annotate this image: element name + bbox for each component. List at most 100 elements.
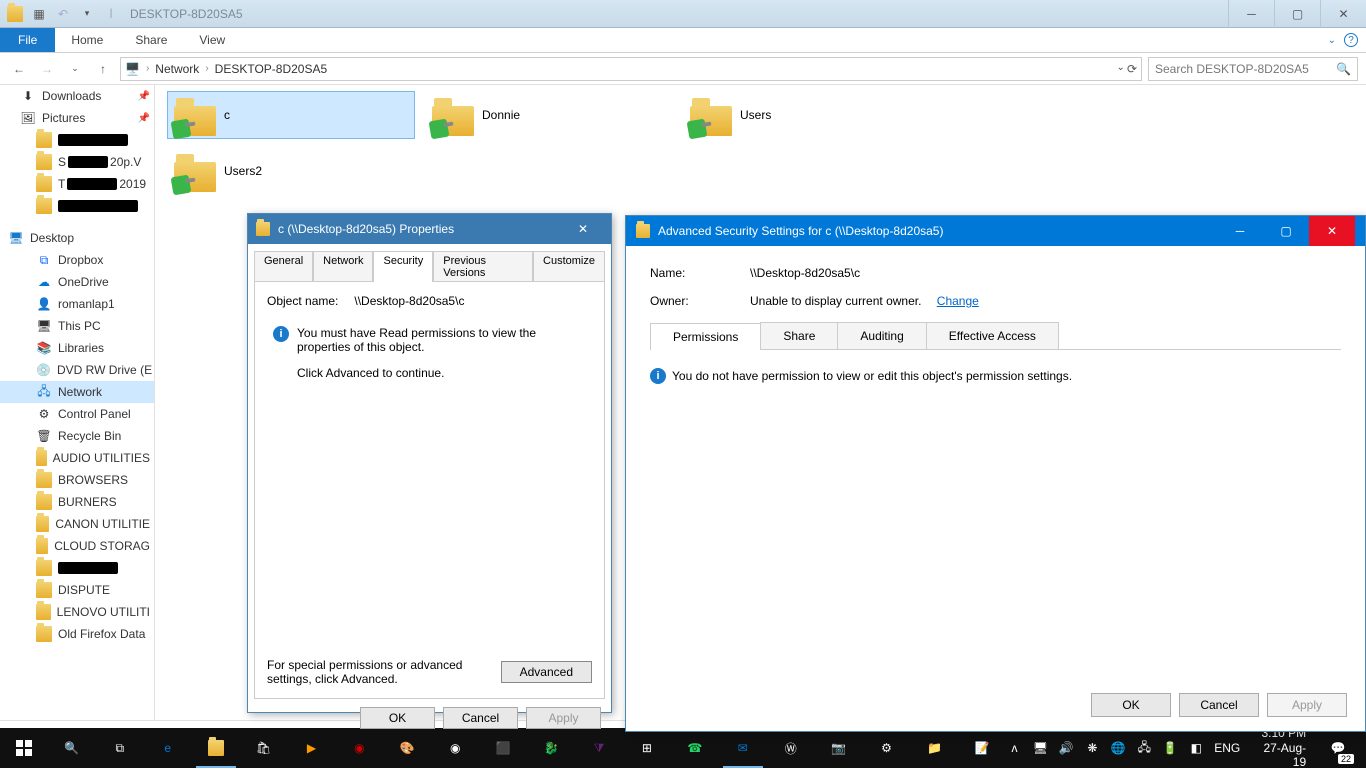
tree-user[interactable]: 👤romanlap1 (0, 293, 154, 315)
properties-close-button[interactable]: ✕ (563, 222, 603, 236)
task-view-button[interactable]: ⧉ (96, 728, 144, 768)
address-dropdown-icon[interactable]: ⌄ (1117, 62, 1125, 76)
tree-dropbox[interactable]: ⧉Dropbox (0, 249, 154, 271)
properties-cancel-button[interactable]: Cancel (443, 707, 518, 729)
share-tab[interactable]: Share (119, 28, 183, 52)
app-icon[interactable]: 📷 (815, 728, 863, 768)
adv-maximize-button[interactable]: ▢ (1263, 216, 1309, 246)
edge-icon[interactable]: e (144, 728, 192, 768)
tree-downloads[interactable]: ⬇Downloads📌 (0, 85, 154, 107)
search-button[interactable]: 🔍 (48, 728, 96, 768)
undo-qat-icon[interactable]: ↶ (52, 3, 74, 25)
address-bar[interactable]: 🖥️ › Network › DESKTOP-8D20SA5 ⌄ ⟳ (120, 57, 1142, 81)
recent-dropdown-icon[interactable]: ⌄ (64, 58, 86, 80)
help-icon[interactable]: ? (1344, 33, 1358, 47)
outlook-icon[interactable]: ✉ (719, 728, 767, 768)
volume-icon[interactable]: 🔊 (1058, 741, 1074, 755)
tree-folder[interactable]: CLOUD STORAG (0, 535, 154, 557)
settings-icon[interactable]: ⚙ (863, 728, 911, 768)
tree-libraries[interactable]: 📚Libraries (0, 337, 154, 359)
app-icon[interactable]: Ⓦ (767, 728, 815, 768)
tree-folder[interactable]: CANON UTILITIE (0, 513, 154, 535)
tree-redacted[interactable] (0, 129, 154, 151)
tree-redacted[interactable] (0, 195, 154, 217)
tree-control-panel[interactable]: ⚙Control Panel (0, 403, 154, 425)
tray-icon[interactable]: ◧ (1188, 741, 1204, 755)
back-button[interactable]: ← (8, 58, 30, 80)
tab-network[interactable]: Network (313, 251, 373, 282)
tray-overflow-icon[interactable]: ʌ (1006, 741, 1022, 755)
ribbon-expand-icon[interactable]: ⌄ (1328, 35, 1336, 46)
refresh-icon[interactable]: ⟳ (1127, 62, 1137, 76)
share-label: Users2 (224, 164, 262, 178)
tab-customize[interactable]: Customize (533, 251, 605, 282)
qat-dropdown-icon[interactable]: ▾ (76, 3, 98, 25)
tree-recycle[interactable]: 🗑Recycle Bin (0, 425, 154, 447)
app-icon[interactable]: ⊞ (623, 728, 671, 768)
tree-redacted[interactable]: T2019 (0, 173, 154, 195)
up-button[interactable]: ↑ (92, 58, 114, 80)
view-tab[interactable]: View (183, 28, 241, 52)
tree-folder[interactable]: BROWSERS (0, 469, 154, 491)
tab-general[interactable]: General (254, 251, 313, 282)
tree-redacted[interactable]: S20p.V (0, 151, 154, 173)
close-button[interactable]: ✕ (1320, 0, 1366, 28)
tab-auditing[interactable]: Auditing (837, 322, 926, 349)
tab-share[interactable]: Share (760, 322, 838, 349)
maximize-button[interactable]: ▢ (1274, 0, 1320, 28)
battery-icon[interactable]: 🔋 (1162, 741, 1178, 755)
language-indicator[interactable]: ENG (1214, 741, 1240, 755)
change-owner-link[interactable]: Change (937, 294, 979, 308)
adv-ok-button[interactable]: OK (1091, 693, 1171, 717)
tree-desktop[interactable]: 🖥Desktop (0, 227, 154, 249)
adv-cancel-button[interactable]: Cancel (1179, 693, 1259, 717)
adv-minimize-button[interactable]: ─ (1217, 216, 1263, 246)
share-item-donnie[interactable]: Donnie (425, 91, 673, 139)
forward-button[interactable]: → (36, 58, 58, 80)
share-item-c[interactable]: c (167, 91, 415, 139)
tree-folder[interactable]: DISPUTE (0, 579, 154, 601)
tree-dvd[interactable]: 💿DVD RW Drive (E (0, 359, 154, 381)
properties-ok-button[interactable]: OK (360, 707, 435, 729)
action-center-button[interactable]: 💬 22 (1316, 728, 1360, 768)
start-button[interactable] (0, 728, 48, 768)
home-tab[interactable]: Home (55, 28, 119, 52)
explorer-taskbar-icon[interactable] (192, 728, 240, 768)
adv-apply-button[interactable]: Apply (1267, 693, 1347, 717)
network-tray-icon[interactable]: 🌐 (1110, 741, 1126, 755)
whatsapp-icon[interactable]: ☎ (671, 728, 719, 768)
tree-onedrive[interactable]: ☁OneDrive (0, 271, 154, 293)
tray-icon[interactable]: 🖥 (1032, 741, 1048, 755)
properties-apply-button[interactable]: Apply (526, 707, 601, 729)
tree-network[interactable]: 🖧Network (0, 381, 154, 403)
share-item-users2[interactable]: Users2 (167, 147, 415, 195)
tab-previous-versions[interactable]: Previous Versions (433, 251, 533, 282)
breadcrumb-host[interactable]: DESKTOP-8D20SA5 (215, 62, 328, 76)
adv-close-button[interactable]: ✕ (1309, 216, 1355, 246)
tray-icon[interactable]: ❋ (1084, 741, 1100, 755)
file-tab[interactable]: File (0, 28, 55, 52)
properties-qat-icon[interactable]: ▦ (28, 3, 50, 25)
tree-pictures[interactable]: 🖼Pictures📌 (0, 107, 154, 129)
tray-icon[interactable]: 🖧 (1136, 738, 1152, 759)
minimize-button[interactable]: ─ (1228, 0, 1274, 28)
breadcrumb-network[interactable]: Network (155, 62, 199, 76)
tree-thispc[interactable]: 🖥This PC (0, 315, 154, 337)
tab-effective-access[interactable]: Effective Access (926, 322, 1059, 349)
tree-folder[interactable]: Old Firefox Data (0, 623, 154, 645)
tree-folder[interactable]: AUDIO UTILITIES (0, 447, 154, 469)
tree-redacted[interactable] (0, 557, 154, 579)
share-item-users[interactable]: Users (683, 91, 931, 139)
notepad-icon[interactable]: 📝 (958, 728, 1006, 768)
advanced-button[interactable]: Advanced (501, 661, 592, 683)
app-icon[interactable]: 📁 (911, 728, 959, 768)
advanced-security-titlebar[interactable]: Advanced Security Settings for c (\\Desk… (626, 216, 1365, 246)
tab-permissions[interactable]: Permissions (650, 323, 761, 350)
clock[interactable]: 3:10 PM 27-Aug-19 (1250, 726, 1306, 769)
search-input[interactable]: Search DESKTOP-8D20SA5 🔍 (1148, 57, 1358, 81)
tree-folder[interactable]: LENOVO UTILITI (0, 601, 154, 623)
tab-security[interactable]: Security (373, 251, 433, 282)
navigation-tree[interactable]: ⬇Downloads📌 🖼Pictures📌 S20p.V T2019 🖥Des… (0, 85, 155, 720)
tree-folder[interactable]: BURNERS (0, 491, 154, 513)
properties-titlebar[interactable]: c (\\Desktop-8d20sa5) Properties ✕ (248, 214, 611, 244)
